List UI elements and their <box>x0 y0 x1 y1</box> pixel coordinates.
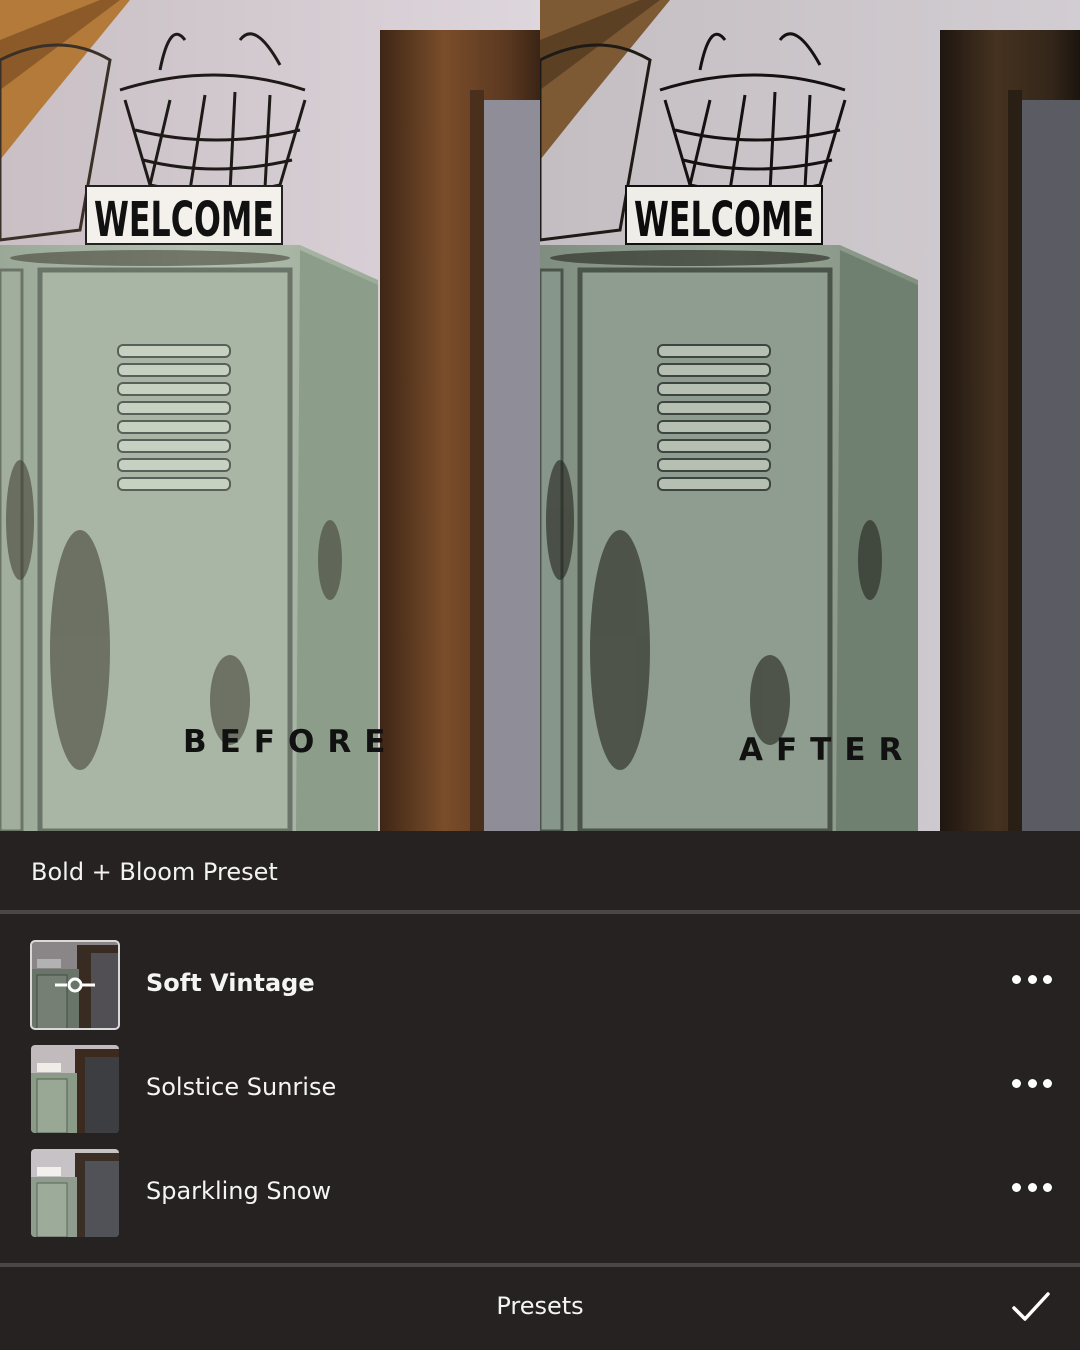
preset-item-soft-vintage[interactable]: Soft Vintage <box>0 939 1080 1031</box>
more-options-icon[interactable] <box>1012 1071 1052 1095</box>
preset-thumbnail <box>31 1045 119 1133</box>
before-after-photo: WELCOME BEFORE WELCOME AFTER <box>0 0 1080 831</box>
divider <box>0 1263 1080 1267</box>
preset-name: Solstice Sunrise <box>146 1073 337 1101</box>
before-image: WELCOME BEFORE <box>0 0 540 831</box>
divider <box>0 910 1080 914</box>
more-options-icon[interactable] <box>1012 967 1052 991</box>
presets-panel-title: Presets <box>496 1292 584 1320</box>
preset-item-solstice-sunrise[interactable]: Solstice Sunrise <box>0 1043 1080 1135</box>
preset-thumbnail <box>30 940 120 1030</box>
preset-item-sparkling-snow[interactable]: Sparkling Snow <box>0 1147 1080 1239</box>
preset-thumbnail <box>31 1149 119 1237</box>
preset-name: Soft Vintage <box>146 969 315 997</box>
more-options-icon[interactable] <box>1012 1175 1052 1199</box>
welcome-sign-text: WELCOME <box>94 192 274 248</box>
preset-group-title[interactable]: Bold + Bloom Preset <box>31 858 278 886</box>
checkmark-icon[interactable] <box>1012 1290 1050 1324</box>
after-image: WELCOME <box>540 0 1080 831</box>
preset-name: Sparkling Snow <box>146 1177 332 1205</box>
after-label: AFTER <box>739 732 916 768</box>
welcome-sign-text: WELCOME <box>634 192 814 248</box>
before-label: BEFORE <box>183 724 399 760</box>
adjust-slider-icon[interactable] <box>31 941 119 1029</box>
